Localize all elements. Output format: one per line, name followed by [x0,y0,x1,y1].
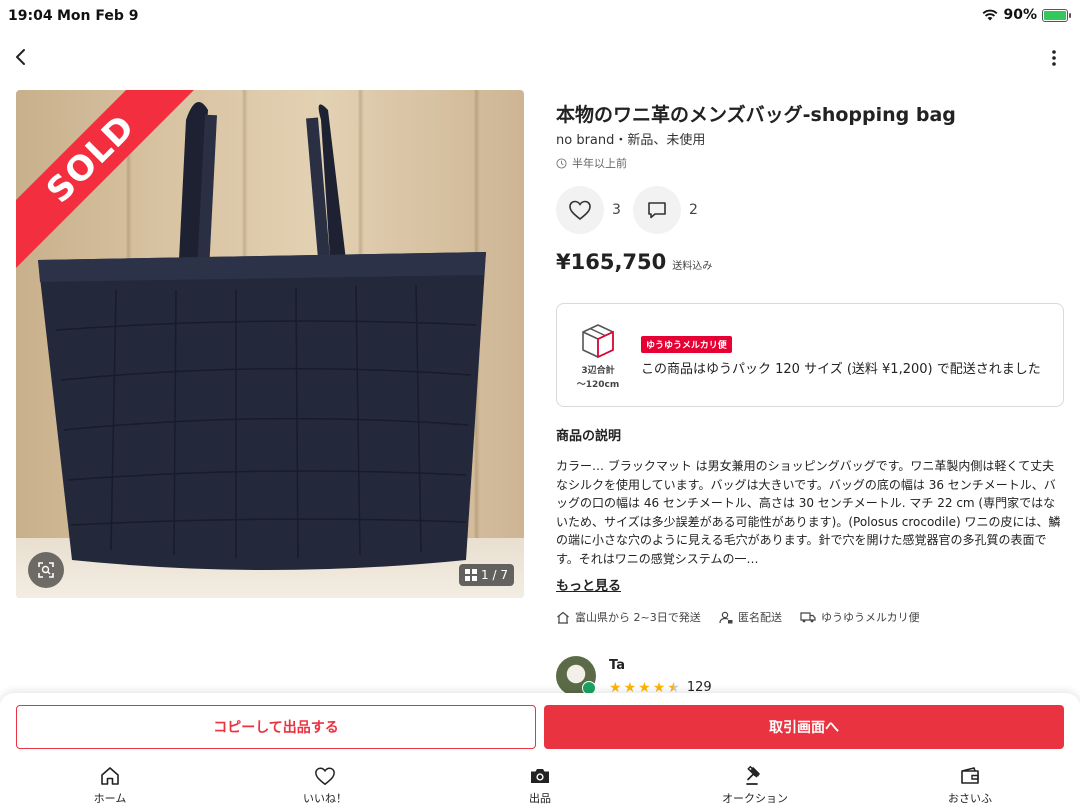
posted-time-text: 半年以上前 [572,157,627,170]
box-size-line2: ～120cm [576,380,620,390]
tab-wallet[interactable]: おさいふ [910,765,1030,806]
tab-wallet-label: おさいふ [948,792,992,805]
image-counter-text: 1 / 7 [481,568,508,582]
description-body: カラー… ブラックマット は男女兼用のショッピングバッグです。ワニ革製内側は軽く… [556,459,1061,566]
bottom-action-bar: コピーして出品する 取引画面へ ホーム いいね！ 出品 オークション おさいふ [0,693,1080,810]
box-size-line1: 3辺合計 [581,366,615,376]
wallet-icon [961,767,979,784]
shipping-info-text: この商品はゆうパック 120 サイズ (送料 ¥1,200) で配送されました [641,362,1041,377]
sold-ribbon: SOLD [16,90,216,290]
anonymous-shipping-text: 匿名配送 [738,611,782,624]
product-image[interactable]: SOLD 1 / 7 [16,90,524,598]
box-icon [582,324,614,359]
product-subtitle: no brand・新品、未使用 [556,133,706,148]
tab-auction-label: オークション [722,792,788,805]
tab-sell-label: 出品 [529,792,551,805]
image-counter: 1 / 7 [459,564,514,586]
gavel-icon [746,765,760,785]
posted-time: 半年以上前 [556,155,627,171]
scan-icon [38,562,54,578]
price: ¥165,750 送料込み [556,250,712,274]
comment-count: 2 [689,202,698,218]
price-value: ¥165,750 [556,250,667,274]
tab-likes-label: いいね！ [303,792,347,805]
tab-auction[interactable]: オークション [695,765,815,806]
copy-listing-button[interactable]: コピーして出品する [16,705,536,749]
grid-icon [465,569,478,581]
status-indicators: 90% [982,7,1071,23]
back-icon[interactable] [10,45,34,69]
comment-icon [648,202,666,219]
seller-name[interactable]: Ta [609,658,625,673]
more-options-icon[interactable] [1044,46,1064,70]
battery-percent: 90% [1003,7,1037,23]
heart-icon [569,200,591,221]
description-heading: 商品の説明 [556,429,622,444]
shipping-method: ゆうゆうメルカリ便 [800,609,920,625]
clock-icon [556,157,567,169]
shipping-method-badge: ゆうゆうメルカリ便 [641,336,732,353]
see-more-link[interactable]: もっと見る [556,575,621,594]
wifi-icon [983,9,998,21]
camera-icon [531,769,549,783]
transaction-screen-button[interactable]: 取引画面へ [544,705,1064,749]
like-count: 3 [612,202,621,218]
tab-likes[interactable]: いいね！ [265,765,385,806]
ship-from-text: 富山県から 2~3日で発送 [575,611,701,624]
anonymous-shipping: 匿名配送 [719,609,782,625]
home-icon [101,767,119,785]
tab-sell[interactable]: 出品 [480,765,600,806]
shipping-method-text: ゆうゆうメルカリ便 [821,611,920,624]
anonymous-user-icon [719,611,733,623]
box-size-caption: 3辺合計 ～120cm [565,364,631,392]
zoom-button[interactable] [28,552,64,588]
battery-icon [1042,8,1071,22]
ship-from: 富山県から 2~3日で発送 [556,609,701,625]
truck-icon [800,612,816,623]
sold-label: SOLD [16,90,204,272]
status-time: 19:04 [8,8,53,24]
tab-home[interactable]: ホーム [50,765,170,806]
like-button[interactable] [556,186,604,234]
shipping-card: 3辺合計 ～120cm ゆうゆうメルカリ便 この商品はゆうパック 120 サイズ… [556,303,1064,407]
heart-icon [315,767,335,786]
house-icon [557,611,569,624]
status-bar: 19:04 Mon Feb 9 90% [0,0,1080,32]
product-title: 本物のワニ革のメンズバッグ-shopping bag [556,104,956,126]
comment-button[interactable] [633,186,681,234]
price-note: 送料込み [672,261,713,272]
status-date: Mon Feb 9 [57,8,139,24]
tab-home-label: ホーム [93,792,127,805]
